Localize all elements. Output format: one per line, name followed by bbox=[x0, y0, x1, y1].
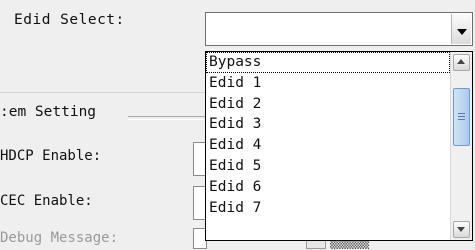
dropdown-option[interactable]: Edid 5 bbox=[206, 156, 450, 177]
dropdown-option[interactable]: Edid 2 bbox=[206, 94, 450, 115]
arrow-up-icon bbox=[457, 59, 465, 64]
dropdown-option[interactable]: Bypass bbox=[206, 52, 450, 73]
dropdown-option[interactable]: Edid 3 bbox=[206, 114, 450, 135]
debug-message-label: Debug Message: bbox=[0, 230, 119, 246]
arrow-down-icon bbox=[457, 227, 465, 232]
dropdown-option[interactable]: Edid 6 bbox=[206, 177, 450, 198]
edid-select-label: Edid Select: bbox=[14, 12, 125, 28]
scroll-thumb[interactable] bbox=[453, 88, 470, 146]
grip-line bbox=[458, 119, 465, 120]
group-box-border bbox=[128, 116, 206, 120]
dropdown-option[interactable]: Edid 4 bbox=[206, 135, 450, 156]
scroll-up-button[interactable] bbox=[453, 54, 470, 71]
edid-select-combobox[interactable] bbox=[205, 12, 473, 46]
cec-enable-label: CEC Enable: bbox=[0, 193, 93, 209]
hdcp-enable-label: HDCP Enable: bbox=[0, 148, 102, 164]
scroll-down-button[interactable] bbox=[453, 221, 470, 238]
edid-dropdown-list[interactable]: Bypass Edid 1 Edid 2 Edid 3 Edid 4 Edid 5 Edid… bbox=[205, 51, 473, 241]
system-setting-group-title: :em Setting bbox=[0, 104, 97, 120]
dropdown-option[interactable]: Edid 1 bbox=[206, 73, 450, 94]
dropdown-options: Bypass Edid 1 Edid 2 Edid 3 Edid 4 Edid 5 Edid… bbox=[206, 52, 450, 240]
grip-line bbox=[458, 116, 465, 117]
grip-line bbox=[458, 113, 465, 114]
edid-dropdown-button[interactable] bbox=[451, 14, 471, 44]
chevron-down-icon bbox=[457, 29, 467, 35]
dropdown-option[interactable]: Edid 7 bbox=[206, 198, 450, 219]
separator-line bbox=[0, 92, 206, 93]
dropdown-scrollbar[interactable] bbox=[450, 52, 472, 240]
